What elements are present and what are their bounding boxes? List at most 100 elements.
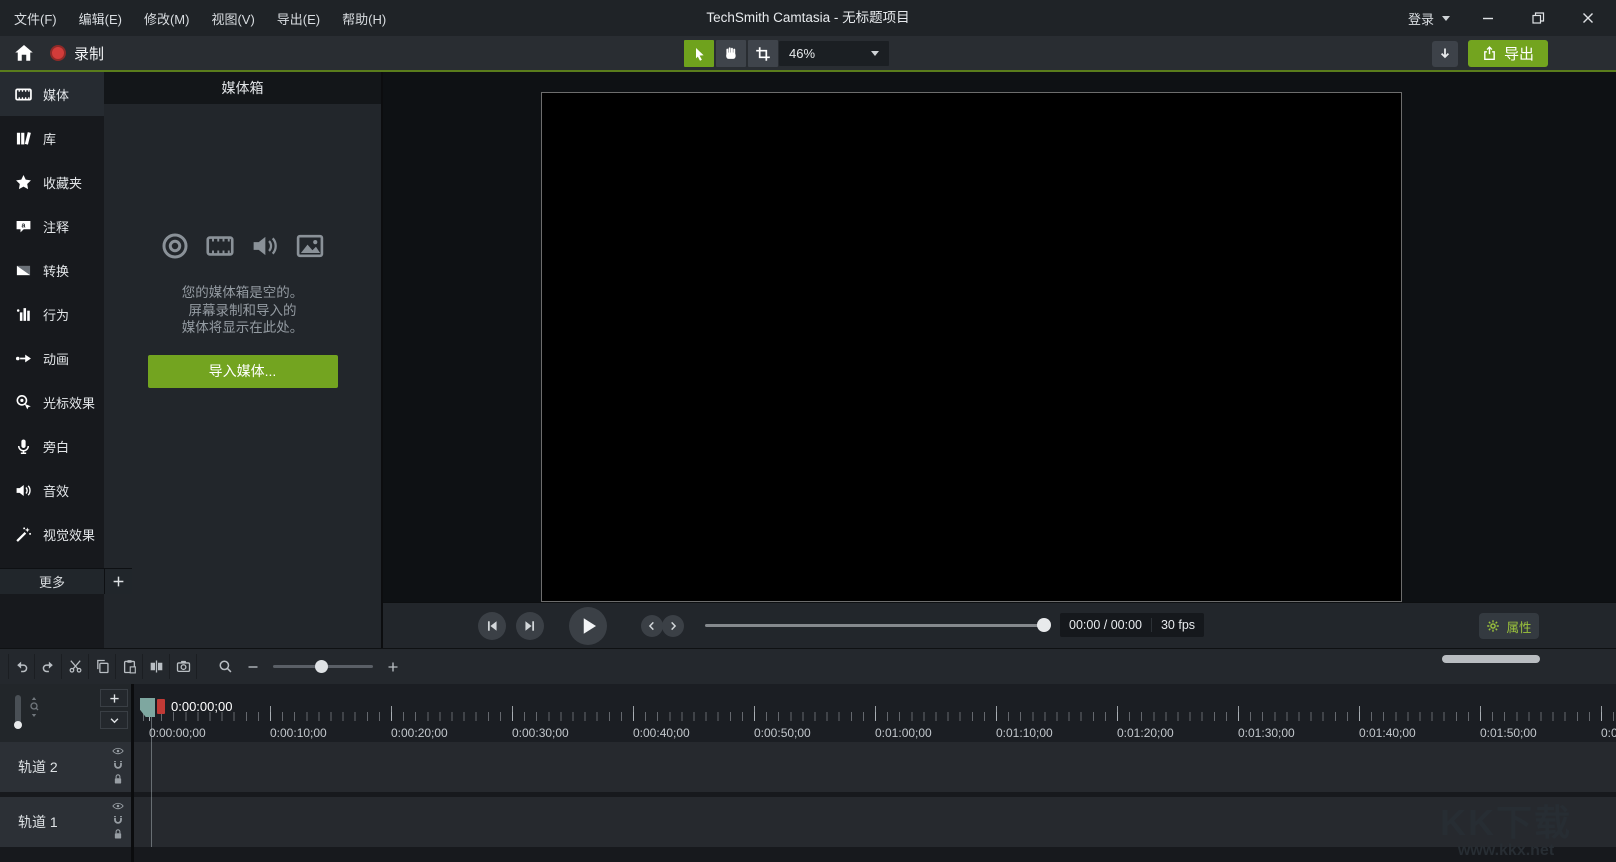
cut-button[interactable] (62, 654, 89, 679)
track-2-content[interactable] (134, 742, 1616, 792)
ruler-label: 0:01:40;00 (1359, 726, 1416, 740)
sidebar-item-narration[interactable]: 旁白 (0, 424, 104, 468)
export-button[interactable]: 导出 (1468, 40, 1548, 67)
add-tab-button[interactable] (104, 568, 132, 594)
empty-hint-text: 您的媒体箱是空的。 屏幕录制和导入的 媒体将显示在此处。 (104, 284, 381, 337)
pan-tool-button[interactable] (716, 40, 746, 67)
menu-help[interactable]: 帮助(H) (342, 9, 400, 28)
quick-export-button[interactable] (1432, 41, 1458, 67)
redo-button[interactable] (35, 654, 62, 679)
playhead-line[interactable] (151, 717, 152, 847)
sidebar-item-annotations[interactable]: a 注释 (0, 204, 104, 248)
play-icon (578, 616, 598, 636)
screenshot-button[interactable] (170, 654, 197, 679)
zoom-in-button[interactable] (387, 661, 399, 673)
paste-button[interactable] (116, 654, 143, 679)
library-books-icon (15, 130, 32, 147)
step-forward-button[interactable] (516, 612, 544, 640)
lock-icon[interactable] (112, 828, 124, 840)
eye-icon[interactable] (112, 800, 124, 812)
zoom-out-button[interactable] (247, 661, 259, 673)
sidebar-item-media[interactable]: 媒体 (0, 72, 104, 116)
undo-button[interactable] (8, 654, 35, 679)
menu-export[interactable]: 导出(E) (277, 9, 334, 28)
play-button[interactable] (569, 607, 607, 645)
magnet-icon[interactable] (112, 814, 124, 826)
track-height-handle[interactable] (14, 721, 22, 729)
sidebar-item-library[interactable]: 库 (0, 116, 104, 160)
properties-button[interactable]: 属性 (1479, 613, 1539, 639)
ruler-label: 0:00:40;00 (633, 726, 690, 740)
menu-file[interactable]: 文件(F) (14, 9, 71, 28)
track-height-slider[interactable] (15, 695, 21, 727)
record-button[interactable]: 录制 (50, 41, 104, 65)
timeline-toolbar (0, 648, 1616, 684)
restore-button[interactable] (1526, 6, 1550, 30)
sidebar-item-label: 收藏夹 (43, 173, 82, 192)
crop-icon (755, 46, 771, 62)
sidebar-item-transitions[interactable]: 转换 (0, 248, 104, 292)
split-button[interactable] (143, 654, 170, 679)
menu-bar: 文件(F) 编辑(E) 修改(M) 视图(V) 导出(E) 帮助(H) (14, 0, 408, 36)
behaviors-icon (15, 306, 32, 323)
restore-icon (1530, 10, 1546, 26)
sidebar-item-visual-effects[interactable]: 视觉效果 (0, 512, 104, 556)
menu-modify[interactable]: 修改(M) (144, 9, 204, 28)
fps-display: 30 fps (1151, 618, 1204, 632)
track-2-header[interactable]: 轨道 2 (0, 742, 131, 792)
ruler-label: 0:01:20;00 (1117, 726, 1174, 740)
lock-icon[interactable] (112, 773, 124, 785)
import-media-button[interactable]: 导入媒体... (148, 355, 338, 388)
sidebar-item-favorites[interactable]: 收藏夹 (0, 160, 104, 204)
step-back-button[interactable] (478, 612, 506, 640)
record-icon (50, 45, 66, 61)
close-icon (1580, 10, 1596, 26)
previous-button[interactable] (641, 615, 663, 637)
magnet-icon[interactable] (112, 759, 124, 771)
crop-tool-button[interactable] (748, 40, 778, 67)
close-button[interactable] (1576, 6, 1600, 30)
timeline-zoom-handle[interactable] (315, 660, 328, 673)
step-forward-icon (523, 619, 537, 633)
track-1-header[interactable]: 轨道 1 (0, 797, 131, 847)
collapse-tracks-button[interactable] (100, 711, 128, 729)
timeline-zoom-controls (218, 654, 399, 679)
share-icon (1482, 46, 1497, 61)
cursor-icon (691, 46, 707, 62)
track-1-content[interactable] (134, 797, 1616, 847)
sidebar-item-audio-effects[interactable]: 音效 (0, 468, 104, 512)
sign-in-button[interactable]: 登录 (1408, 9, 1450, 28)
timeline-ruler[interactable]: 0:00:00;00 0:00:10;00 0:00:20;00 0:00:30… (134, 684, 1616, 742)
sidebar-item-animations[interactable]: 动画 (0, 336, 104, 380)
sidebar-item-cursor-effects[interactable]: 光标效果 (0, 380, 104, 424)
select-tool-button[interactable] (684, 40, 714, 67)
copy-icon (95, 659, 110, 674)
sidebar-item-label: 媒体 (43, 85, 69, 104)
canvas-area (383, 72, 1616, 602)
magnifier-icon[interactable] (218, 659, 233, 674)
minimize-button[interactable] (1476, 6, 1500, 30)
eye-icon[interactable] (112, 745, 124, 757)
timeline-zoom-slider[interactable] (273, 665, 373, 668)
next-button[interactable] (662, 615, 684, 637)
add-track-button[interactable] (100, 689, 128, 707)
sidebar-item-behaviors[interactable]: 行为 (0, 292, 104, 336)
timeline-scrollbar[interactable] (1442, 655, 1540, 663)
speaker-icon (15, 482, 32, 499)
menu-view[interactable]: 视图(V) (211, 9, 268, 28)
export-label: 导出 (1504, 43, 1534, 64)
ruler-label: 0:00:20;00 (391, 726, 448, 740)
canvas-zoom-dropdown[interactable]: 46% (779, 41, 889, 66)
home-button[interactable] (14, 43, 34, 63)
minimize-icon (1480, 10, 1496, 26)
copy-button[interactable] (89, 654, 116, 679)
media-bin-empty-state: 您的媒体箱是空的。 屏幕录制和导入的 媒体将显示在此处。 导入媒体... (104, 232, 381, 388)
menu-edit[interactable]: 编辑(E) (79, 9, 136, 28)
seek-handle[interactable] (1037, 618, 1051, 632)
playhead-out-marker[interactable] (157, 699, 165, 714)
seek-slider[interactable] (705, 624, 1050, 627)
chevron-down-icon (1442, 16, 1450, 21)
record-label: 录制 (74, 43, 104, 64)
preview-stage[interactable] (541, 92, 1402, 602)
sidebar-more-button[interactable]: 更多 (0, 568, 104, 594)
